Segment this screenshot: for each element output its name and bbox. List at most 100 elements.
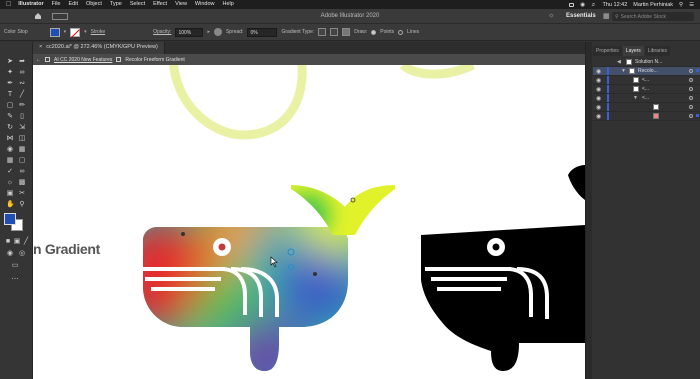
draw-points-radio[interactable] bbox=[371, 29, 377, 35]
column-graph-tool-icon[interactable]: ▩ bbox=[18, 179, 26, 187]
opacity-field[interactable]: 100% bbox=[175, 27, 204, 37]
slice-tool-icon[interactable]: ✂ bbox=[18, 190, 26, 198]
black-whale[interactable] bbox=[421, 165, 585, 371]
artwork[interactable] bbox=[33, 65, 585, 379]
menu-type[interactable]: Type bbox=[110, 0, 122, 9]
battery-icon[interactable] bbox=[569, 2, 575, 7]
notification-center-icon[interactable]: ☰ bbox=[689, 2, 694, 8]
breadcrumb-group[interactable]: Recolor Freeform Gradient bbox=[125, 57, 184, 63]
artboard-tool-icon[interactable]: ▣ bbox=[6, 190, 14, 198]
selection-square[interactable] bbox=[696, 69, 699, 72]
symbol-sprayer-tool-icon[interactable]: ☼ bbox=[6, 179, 14, 187]
target-icon[interactable] bbox=[689, 78, 693, 82]
eye-icon[interactable]: ◉ bbox=[596, 77, 601, 84]
gradient-tool-icon[interactable]: ▢ bbox=[18, 157, 26, 165]
apple-menu-icon[interactable]:  bbox=[6, 0, 11, 9]
direct-selection-tool-icon[interactable]: ➦ bbox=[18, 58, 26, 66]
draw-behind-icon[interactable]: ◎ bbox=[18, 250, 26, 258]
layer-name[interactable]: <... bbox=[642, 86, 649, 92]
hand-tool-icon[interactable]: ✋ bbox=[6, 201, 15, 209]
color-mode-icon[interactable]: ■ bbox=[4, 238, 12, 246]
chevron-down-icon[interactable]: ▼ bbox=[621, 68, 626, 74]
eye-icon[interactable]: ◉ bbox=[596, 86, 601, 93]
back-arrow-icon[interactable]: ← bbox=[36, 57, 41, 63]
stock-search-input[interactable]: ⚲ Search Adobe Stock bbox=[612, 12, 694, 21]
draw-mode-icon[interactable]: ◉ bbox=[6, 250, 14, 258]
layer-row[interactable]: ◉ bbox=[593, 103, 700, 112]
fill-swatch[interactable] bbox=[49, 27, 60, 37]
menu-file[interactable]: File bbox=[52, 0, 61, 9]
menu-effect[interactable]: Effect bbox=[153, 0, 167, 9]
menu-view[interactable]: View bbox=[175, 0, 187, 9]
chevron-down-icon[interactable]: ▾ bbox=[84, 29, 87, 35]
target-icon[interactable] bbox=[689, 114, 693, 118]
menu-select[interactable]: Select bbox=[130, 0, 145, 9]
spotlight-icon[interactable]: ⚲ bbox=[679, 2, 683, 8]
user-name[interactable]: Martin Perhiniak bbox=[633, 2, 673, 8]
linear-gradient-button[interactable] bbox=[318, 28, 327, 36]
curvature-tool-icon[interactable]: ∾ bbox=[18, 80, 26, 88]
shaper-tool-icon[interactable]: ✎ bbox=[6, 113, 14, 121]
target-icon[interactable] bbox=[689, 96, 693, 100]
layer-row[interactable]: ◉ ▼ Recolo... bbox=[593, 67, 700, 76]
menu-window[interactable]: Window bbox=[195, 0, 215, 9]
paintbrush-tool-icon[interactable]: ✏ bbox=[18, 102, 26, 110]
menu-edit[interactable]: Edit bbox=[69, 0, 78, 9]
width-tool-icon[interactable]: ⋈ bbox=[6, 135, 14, 143]
none-mode-icon[interactable]: ╱ bbox=[22, 238, 30, 246]
stroke-label[interactable]: Stroke bbox=[91, 29, 105, 35]
tab-libraries[interactable]: Libraries bbox=[644, 46, 670, 56]
eye-icon[interactable]: ◉ bbox=[596, 104, 601, 111]
menu-help[interactable]: Help bbox=[222, 0, 233, 9]
screen-mode-icon[interactable]: ▭ bbox=[11, 262, 19, 270]
blend-tool-icon[interactable]: ∞ bbox=[18, 168, 26, 176]
magic-wand-tool-icon[interactable]: ✦ bbox=[6, 69, 14, 77]
mesh-tool-icon[interactable]: ▦ bbox=[6, 157, 14, 165]
rotate-tool-icon[interactable]: ↻ bbox=[6, 124, 14, 132]
pen-tool-icon[interactable]: ✒ bbox=[6, 80, 14, 88]
more-tools-icon[interactable]: ⋯ bbox=[11, 276, 19, 284]
rectangle-tool-icon[interactable]: ▢ bbox=[6, 102, 14, 110]
menu-app-name[interactable]: Illustrator bbox=[18, 0, 43, 9]
canvas-headline-text[interactable]: n Gradient bbox=[33, 241, 100, 257]
layer-row[interactable]: ◉ ▼ <... bbox=[593, 94, 700, 103]
gradient-whale[interactable] bbox=[108, 155, 413, 379]
grid-icon[interactable]: ▦ bbox=[603, 12, 610, 20]
layer-row[interactable]: ◀ Solution N... bbox=[593, 58, 700, 67]
close-icon[interactable]: × bbox=[39, 44, 42, 54]
canvas-area[interactable]: n Gradient bbox=[33, 65, 585, 379]
workspace-dropdown[interactable]: Essentials bbox=[566, 13, 596, 19]
target-icon[interactable] bbox=[689, 87, 693, 91]
perspective-grid-tool-icon[interactable]: ▦ bbox=[18, 146, 26, 154]
layer-row[interactable]: ◉ <... bbox=[593, 85, 700, 94]
radial-gradient-button[interactable] bbox=[330, 28, 339, 36]
layer-name[interactable]: <... bbox=[642, 77, 649, 83]
eye-icon[interactable]: ◉ bbox=[596, 95, 601, 102]
target-icon[interactable] bbox=[689, 105, 693, 109]
lasso-tool-icon[interactable]: ∞ bbox=[18, 69, 26, 77]
shape-builder-tool-icon[interactable]: ◉ bbox=[6, 146, 14, 154]
chevron-right-icon[interactable]: ▸ bbox=[207, 29, 210, 35]
selection-tool-icon[interactable]: ➤ bbox=[6, 58, 14, 66]
chevron-down-icon[interactable]: ▾ bbox=[64, 29, 67, 35]
zoom-tool-icon[interactable]: ⚲ bbox=[18, 201, 26, 209]
stroke-swatch[interactable] bbox=[70, 27, 81, 37]
panel-collapse-strip[interactable] bbox=[586, 42, 592, 379]
spread-field[interactable]: 0% bbox=[247, 27, 278, 37]
layer-name[interactable]: Solution N... bbox=[635, 59, 662, 65]
eraser-tool-icon[interactable]: ▯ bbox=[18, 113, 26, 121]
chevron-down-icon[interactable]: ▼ bbox=[633, 95, 638, 101]
freeform-gradient-button[interactable] bbox=[342, 28, 351, 36]
tab-layers[interactable]: Layers bbox=[622, 46, 644, 56]
draw-lines-label[interactable]: Lines bbox=[407, 29, 419, 35]
eyedropper-tool-icon[interactable]: ✓ bbox=[6, 168, 14, 176]
wifi-icon[interactable]: ◉ bbox=[580, 2, 585, 8]
layer-row[interactable]: ◉ <... bbox=[593, 76, 700, 85]
layer-name[interactable]: <... bbox=[642, 95, 649, 101]
layer-row[interactable]: ◉ bbox=[593, 112, 700, 121]
document-tab[interactable]: × cc2020.ai* @ 272.46% (CMYK/GPU Preview… bbox=[33, 42, 165, 54]
gradient-mode-icon[interactable]: ▣ bbox=[13, 238, 21, 246]
scale-tool-icon[interactable]: ⇲ bbox=[18, 124, 26, 132]
layer-name[interactable]: Recolo... bbox=[638, 68, 658, 74]
fill-color-box[interactable] bbox=[4, 213, 16, 225]
